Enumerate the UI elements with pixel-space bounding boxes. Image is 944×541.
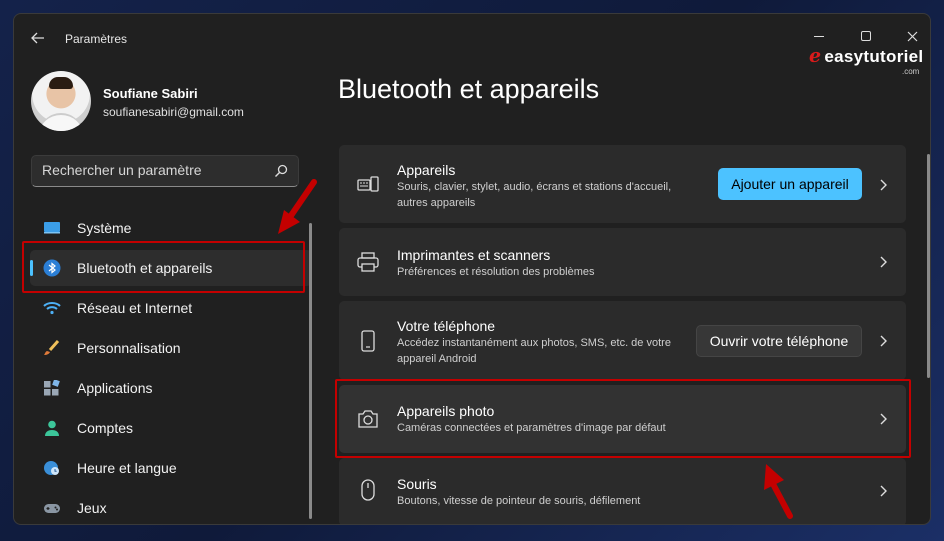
sidebar-item-label: Personnalisation — [77, 340, 181, 356]
globe-clock-icon — [44, 461, 59, 475]
search-input[interactable] — [42, 162, 262, 178]
search-icon[interactable] — [274, 164, 288, 178]
card-title: Votre téléphone — [397, 318, 496, 334]
chevron-right-icon — [880, 256, 887, 268]
card-description: Boutons, vitesse de pointeur de souris, … — [397, 495, 641, 507]
card-appareils[interactable]: Appareils Souris, clavier, stylet, audio… — [339, 145, 906, 223]
highlight-box-appareils-photo — [335, 379, 911, 458]
sidebar-scrollbar[interactable] — [309, 223, 312, 519]
apps-icon — [44, 380, 60, 396]
wifi-icon — [43, 302, 61, 315]
logo-e-icon: ℯ — [809, 46, 822, 67]
back-button[interactable] — [28, 28, 48, 48]
card-description: Accédez instantanément aux photos, SMS, … — [397, 337, 671, 365]
profile-name: Soufiane Sabiri — [103, 86, 198, 101]
sidebar-item-label: Comptes — [77, 420, 134, 436]
card-telephone[interactable]: Votre téléphone Accédez instantanément a… — [339, 301, 906, 380]
page-title: Bluetooth et appareils — [338, 74, 600, 104]
highlight-box-bluetooth — [22, 241, 305, 293]
sidebar-item-label: Jeux — [77, 500, 107, 516]
chevron-right-icon — [880, 179, 887, 191]
monitor-icon — [44, 222, 60, 234]
mouse-icon — [361, 479, 375, 501]
minimize-icon — [814, 35, 824, 37]
card-title: Appareils — [397, 162, 456, 178]
search-box[interactable] — [31, 155, 299, 187]
watermark-domain: .com — [902, 67, 920, 76]
close-icon — [907, 31, 917, 41]
watermark-logo: ℯ easytutoriel — [809, 46, 924, 67]
gamepad-icon — [44, 504, 60, 513]
printer-icon — [357, 252, 379, 272]
profile-email: soufianesabiri@gmail.com — [103, 105, 244, 119]
person-icon — [45, 420, 59, 436]
phone-icon — [361, 330, 375, 352]
card-title: Imprimantes et scanners — [397, 247, 551, 263]
sidebar-item-reseau[interactable]: Réseau et Internet — [30, 290, 312, 326]
sidebar-item-applications[interactable]: Applications — [30, 370, 312, 406]
sidebar-item-heure-langue[interactable]: Heure et langue — [30, 450, 312, 486]
sidebar-item-jeux[interactable]: Jeux — [30, 490, 312, 524]
card-imprimantes[interactable]: Imprimantes et scanners Préférences et r… — [339, 228, 906, 296]
title-bar: Paramètres ℯ easytutoriel .com — [14, 14, 930, 76]
main-scrollbar[interactable] — [927, 154, 930, 378]
brush-icon — [44, 340, 60, 355]
app-title: Paramètres — [65, 32, 128, 46]
sidebar-item-label: Applications — [77, 380, 153, 396]
card-souris[interactable]: Souris Boutons, vitesse de pointeur de s… — [339, 458, 906, 524]
sidebar-item-label: Réseau et Internet — [77, 300, 193, 316]
sidebar-item-label: Système — [77, 220, 132, 236]
card-description: Souris, clavier, stylet, audio, écrans e… — [397, 181, 672, 209]
devices-icon — [357, 176, 379, 192]
sidebar-item-label: Heure et langue — [77, 460, 177, 476]
card-title: Souris — [397, 476, 437, 492]
sidebar-item-comptes[interactable]: Comptes — [30, 410, 312, 446]
avatar[interactable] — [31, 71, 91, 131]
add-device-button[interactable]: Ajouter un appareil — [718, 168, 862, 200]
annotation-arrow-icon — [278, 179, 317, 234]
card-description: Préférences et résolution des problèmes — [397, 266, 595, 278]
chevron-right-icon — [880, 485, 887, 497]
maximize-icon — [861, 31, 871, 41]
back-arrow-icon — [31, 32, 44, 44]
chevron-right-icon — [880, 335, 887, 347]
open-phone-button[interactable]: Ouvrir votre téléphone — [696, 325, 862, 357]
sidebar-item-personnalisation[interactable]: Personnalisation — [30, 330, 312, 366]
annotation-arrow-icon — [764, 464, 793, 519]
